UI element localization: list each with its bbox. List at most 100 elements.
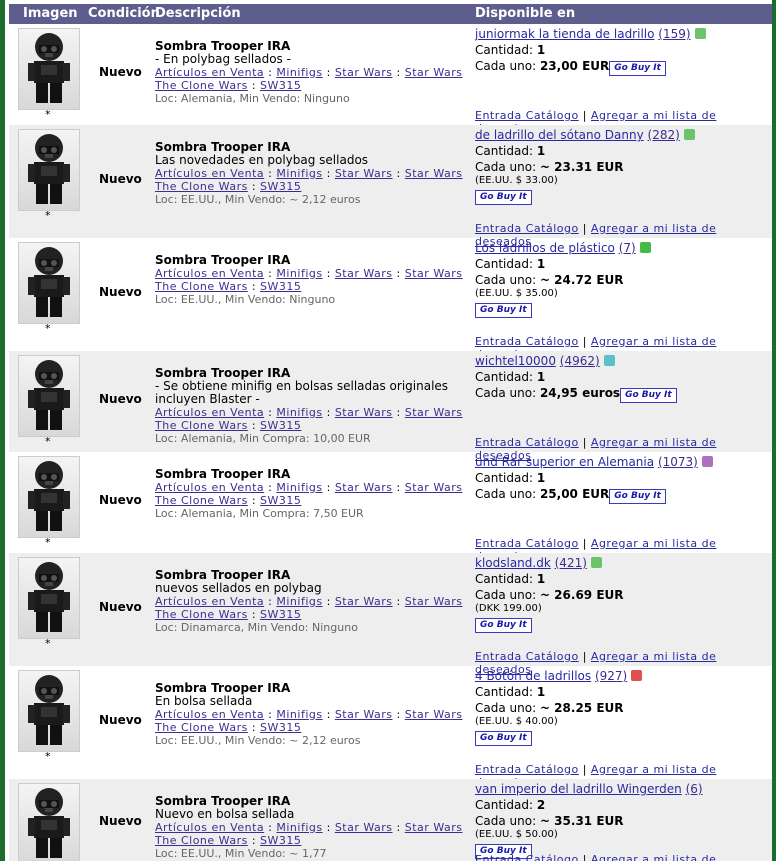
catalog-entry-link[interactable]: Entrada Catálogo	[475, 537, 579, 550]
category-link-minifigs[interactable]: Minifigs	[276, 406, 322, 419]
category-link-minifigs[interactable]: Minifigs	[276, 481, 322, 494]
category-link-for-sale[interactable]: Artículos en Venta	[155, 406, 264, 419]
category-link-minifigs[interactable]: Minifigs	[276, 708, 322, 721]
category-link-star-wars[interactable]: Star Wars	[335, 821, 393, 834]
category-link-star-wars-sub[interactable]: Star Wars	[405, 821, 463, 834]
item-title: Sombra Trooper IRA	[155, 467, 291, 481]
minifig-image[interactable]	[18, 129, 80, 211]
go-buy-it-button[interactable]: Go Buy It	[475, 731, 532, 746]
link-separator: |	[582, 763, 587, 776]
category-link-star-wars-sub[interactable]: Star Wars	[405, 66, 463, 79]
feedback-link[interactable]: (282)	[648, 128, 680, 142]
catalog-entry-link[interactable]: Entrada Catálogo	[475, 436, 579, 449]
go-buy-it-button[interactable]: Go Buy It	[475, 303, 532, 318]
feedback-link[interactable]: (421)	[555, 556, 587, 570]
store-link[interactable]: 4 Botón de ladrillos	[475, 669, 591, 683]
minifig-image[interactable]	[18, 355, 80, 437]
category-link-star-wars[interactable]: Star Wars	[335, 708, 393, 721]
item-code-link[interactable]: SW315	[260, 280, 301, 293]
category-link-star-wars-sub[interactable]: Star Wars	[405, 267, 463, 280]
category-link-for-sale[interactable]: Artículos en Venta	[155, 481, 264, 494]
category-link-star-wars-sub[interactable]: Star Wars	[405, 595, 463, 608]
go-buy-it-button[interactable]: Go Buy It	[609, 61, 666, 76]
store-link[interactable]: wichtel10000	[475, 354, 556, 368]
store-link[interactable]: und Rar superior en Alemania	[475, 455, 654, 469]
category-link-star-wars[interactable]: Star Wars	[335, 481, 393, 494]
category-link-clone-wars[interactable]: The Clone Wars	[155, 280, 248, 293]
item-code-link[interactable]: SW315	[260, 79, 301, 92]
category-link-star-wars[interactable]: Star Wars	[335, 167, 393, 180]
category-link-for-sale[interactable]: Artículos en Venta	[155, 821, 264, 834]
category-link-star-wars[interactable]: Star Wars	[335, 267, 393, 280]
feedback-link[interactable]: (4962)	[560, 354, 600, 368]
store-link[interactable]: Los ladrillos de plástico	[475, 241, 615, 255]
subcategory-path: The Clone Wars : SW315	[155, 834, 467, 847]
category-link-clone-wars[interactable]: The Clone Wars	[155, 419, 248, 432]
minifig-image[interactable]	[18, 242, 80, 324]
seller-location: Loc: Dinamarca, Min Vendo: Ninguno	[155, 621, 358, 634]
category-link-clone-wars[interactable]: The Clone Wars	[155, 79, 248, 92]
go-buy-it-button[interactable]: Go Buy It	[620, 388, 677, 403]
item-code-link[interactable]: SW315	[260, 834, 301, 847]
minifig-image[interactable]	[18, 670, 80, 752]
category-link-clone-wars[interactable]: The Clone Wars	[155, 180, 248, 193]
catalog-entry-link[interactable]: Entrada Catálogo	[475, 109, 579, 122]
minifig-image[interactable]	[18, 456, 80, 538]
seller-location: Loc: EE.UU., Min Vendo: Ninguno	[155, 293, 336, 306]
category-link-minifigs[interactable]: Minifigs	[276, 167, 322, 180]
path-separator: :	[396, 267, 401, 280]
catalog-entry-link[interactable]: Entrada Catálogo	[475, 335, 579, 348]
category-link-for-sale[interactable]: Artículos en Venta	[155, 595, 264, 608]
category-link-clone-wars[interactable]: The Clone Wars	[155, 494, 248, 507]
store-link[interactable]: van imperio del ladrillo Wingerden	[475, 782, 682, 796]
category-link-minifigs[interactable]: Minifigs	[276, 267, 322, 280]
minifig-image[interactable]	[18, 557, 80, 639]
store-link[interactable]: juniormak la tienda de ladrillo	[475, 27, 654, 41]
category-link-for-sale[interactable]: Artículos en Venta	[155, 267, 264, 280]
feedback-link[interactable]: (1073)	[658, 455, 698, 469]
category-link-minifigs[interactable]: Minifigs	[276, 66, 322, 79]
category-link-star-wars-sub[interactable]: Star Wars	[405, 167, 463, 180]
category-link-star-wars[interactable]: Star Wars	[335, 595, 393, 608]
category-link-clone-wars[interactable]: The Clone Wars	[155, 721, 248, 734]
seller-location: Loc: EE.UU., Min Vendo: ~ 1,77	[155, 847, 327, 860]
category-link-star-wars-sub[interactable]: Star Wars	[405, 481, 463, 494]
each-label: Cada uno:	[475, 59, 537, 73]
category-link-for-sale[interactable]: Artículos en Venta	[155, 66, 264, 79]
category-link-star-wars-sub[interactable]: Star Wars	[405, 708, 463, 721]
item-code-link[interactable]: SW315	[260, 721, 301, 734]
minifig-image[interactable]	[18, 28, 80, 110]
store-link[interactable]: de ladrillo del sótano Danny	[475, 128, 644, 142]
category-link-minifigs[interactable]: Minifigs	[276, 821, 322, 834]
category-link-for-sale[interactable]: Artículos en Venta	[155, 708, 264, 721]
catalog-entry-link[interactable]: Entrada Catálogo	[475, 222, 579, 235]
feedback-link[interactable]: (927)	[595, 669, 627, 683]
item-code-link[interactable]: SW315	[260, 608, 301, 621]
condition-label: Nuevo	[99, 285, 142, 299]
store-link[interactable]: klodsland.dk	[475, 556, 551, 570]
catalog-entry-link[interactable]: Entrada Catálogo	[475, 763, 579, 776]
row-links: Entrada Catálogo | Agregar a mi lista de…	[475, 853, 772, 861]
minifig-image[interactable]	[18, 783, 80, 861]
feedback-link[interactable]: (159)	[658, 27, 690, 41]
feedback-link[interactable]: (7)	[619, 241, 636, 255]
category-link-for-sale[interactable]: Artículos en Venta	[155, 167, 264, 180]
item-code-link[interactable]: SW315	[260, 494, 301, 507]
category-link-star-wars[interactable]: Star Wars	[335, 406, 393, 419]
path-separator: :	[326, 167, 331, 180]
category-link-minifigs[interactable]: Minifigs	[276, 595, 322, 608]
go-buy-it-button[interactable]: Go Buy It	[475, 190, 532, 205]
price-value: ~ 24.72 EUR	[539, 273, 624, 287]
category-link-star-wars-sub[interactable]: Star Wars	[405, 406, 463, 419]
go-buy-it-button[interactable]: Go Buy It	[475, 618, 532, 633]
feedback-link[interactable]: (6)	[686, 782, 703, 796]
category-link-clone-wars[interactable]: The Clone Wars	[155, 608, 248, 621]
catalog-entry-link[interactable]: Entrada Catálogo	[475, 650, 579, 663]
item-code-link[interactable]: SW315	[260, 419, 301, 432]
catalog-entry-link[interactable]: Entrada Catálogo	[475, 853, 579, 861]
go-buy-it-button[interactable]: Go Buy It	[609, 489, 666, 504]
category-link-star-wars[interactable]: Star Wars	[335, 66, 393, 79]
subcategory-path: The Clone Wars : SW315	[155, 608, 467, 621]
category-link-clone-wars[interactable]: The Clone Wars	[155, 834, 248, 847]
item-code-link[interactable]: SW315	[260, 180, 301, 193]
